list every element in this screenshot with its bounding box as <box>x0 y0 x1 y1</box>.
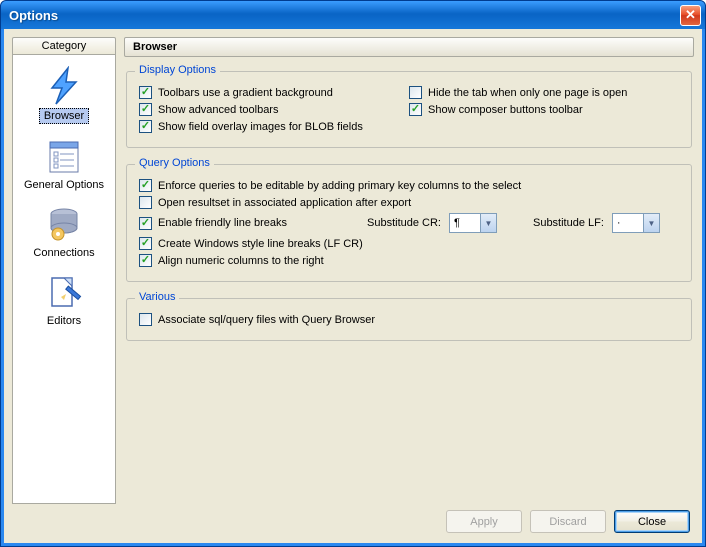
chevron-down-icon: ▼ <box>643 214 659 232</box>
checkbox-icon <box>139 313 152 326</box>
group-legend: Display Options <box>135 64 220 76</box>
client-area: Category Browser <box>4 29 702 543</box>
checkbox-icon <box>139 237 152 250</box>
hide-tab-checkbox[interactable]: Hide the tab when only one page is open <box>409 86 679 99</box>
open-resultset-checkbox[interactable]: Open resultset in associated application… <box>139 196 679 209</box>
checkbox-icon <box>139 179 152 192</box>
button-bar: Apply Discard Close <box>12 504 694 535</box>
category-general-options[interactable]: General Options <box>17 133 111 195</box>
category-label: Browser <box>39 108 89 124</box>
group-legend: Query Options <box>135 157 214 169</box>
category-browser[interactable]: Browser <box>17 63 111 127</box>
checkbox-icon <box>409 103 422 116</box>
close-icon[interactable]: ✕ <box>680 5 701 26</box>
blob-overlay-checkbox[interactable]: Show field overlay images for BLOB field… <box>139 120 679 133</box>
category-label: Connections <box>29 246 98 260</box>
checkbox-icon <box>139 254 152 267</box>
content-pane: Browser Display Options Toolbars use a g… <box>124 37 694 504</box>
page-title: Browser <box>124 37 694 57</box>
checkbox-icon <box>139 86 152 99</box>
various-group: Various Associate sql/query files with Q… <box>126 298 692 341</box>
sidebar-header: Category <box>12 37 116 55</box>
sub-cr-combo[interactable]: ¶ ▼ <box>449 213 497 233</box>
advanced-toolbars-checkbox[interactable]: Show advanced toolbars <box>139 103 409 116</box>
category-sidebar: Category Browser <box>12 37 116 504</box>
toolbars-gradient-checkbox[interactable]: Toolbars use a gradient background <box>139 86 409 99</box>
group-legend: Various <box>135 291 179 303</box>
database-gear-icon <box>44 204 84 244</box>
close-button[interactable]: Close <box>614 510 690 533</box>
apply-button[interactable]: Apply <box>446 510 522 533</box>
document-pencil-icon <box>44 272 84 312</box>
category-editors[interactable]: Editors <box>17 269 111 331</box>
friendly-breaks-checkbox[interactable]: Enable friendly line breaks <box>139 217 359 230</box>
associate-files-checkbox[interactable]: Associate sql/query files with Query Bro… <box>139 313 679 326</box>
windows-breaks-checkbox[interactable]: Create Windows style line breaks (LF CR) <box>139 237 679 250</box>
notepad-icon <box>44 136 84 176</box>
lightning-icon <box>44 66 84 106</box>
chevron-down-icon: ▼ <box>480 214 496 232</box>
enforce-editable-checkbox[interactable]: Enforce queries to be editable by adding… <box>139 179 679 192</box>
query-options-group: Query Options Enforce queries to be edit… <box>126 164 692 282</box>
category-label: General Options <box>20 178 108 192</box>
sidebar-body: Browser General Options <box>12 55 116 504</box>
checkbox-icon <box>139 217 152 230</box>
sub-lf-combo[interactable]: · ▼ <box>612 213 660 233</box>
category-connections[interactable]: Connections <box>17 201 111 263</box>
window-title: Options <box>9 8 680 23</box>
checkbox-icon <box>139 196 152 209</box>
titlebar[interactable]: Options ✕ <box>1 1 705 29</box>
checkbox-icon <box>139 120 152 133</box>
sub-cr-label: Substitude CR: <box>367 217 441 229</box>
category-label: Editors <box>43 314 85 328</box>
options-window: Options ✕ Category Browser <box>0 0 706 547</box>
align-numeric-checkbox[interactable]: Align numeric columns to the right <box>139 254 679 267</box>
checkbox-icon <box>409 86 422 99</box>
display-options-group: Display Options Toolbars use a gradient … <box>126 71 692 148</box>
discard-button[interactable]: Discard <box>530 510 606 533</box>
checkbox-icon <box>139 103 152 116</box>
sub-lf-label: Substitude LF: <box>533 217 604 229</box>
composer-toolbar-checkbox[interactable]: Show composer buttons toolbar <box>409 103 679 116</box>
